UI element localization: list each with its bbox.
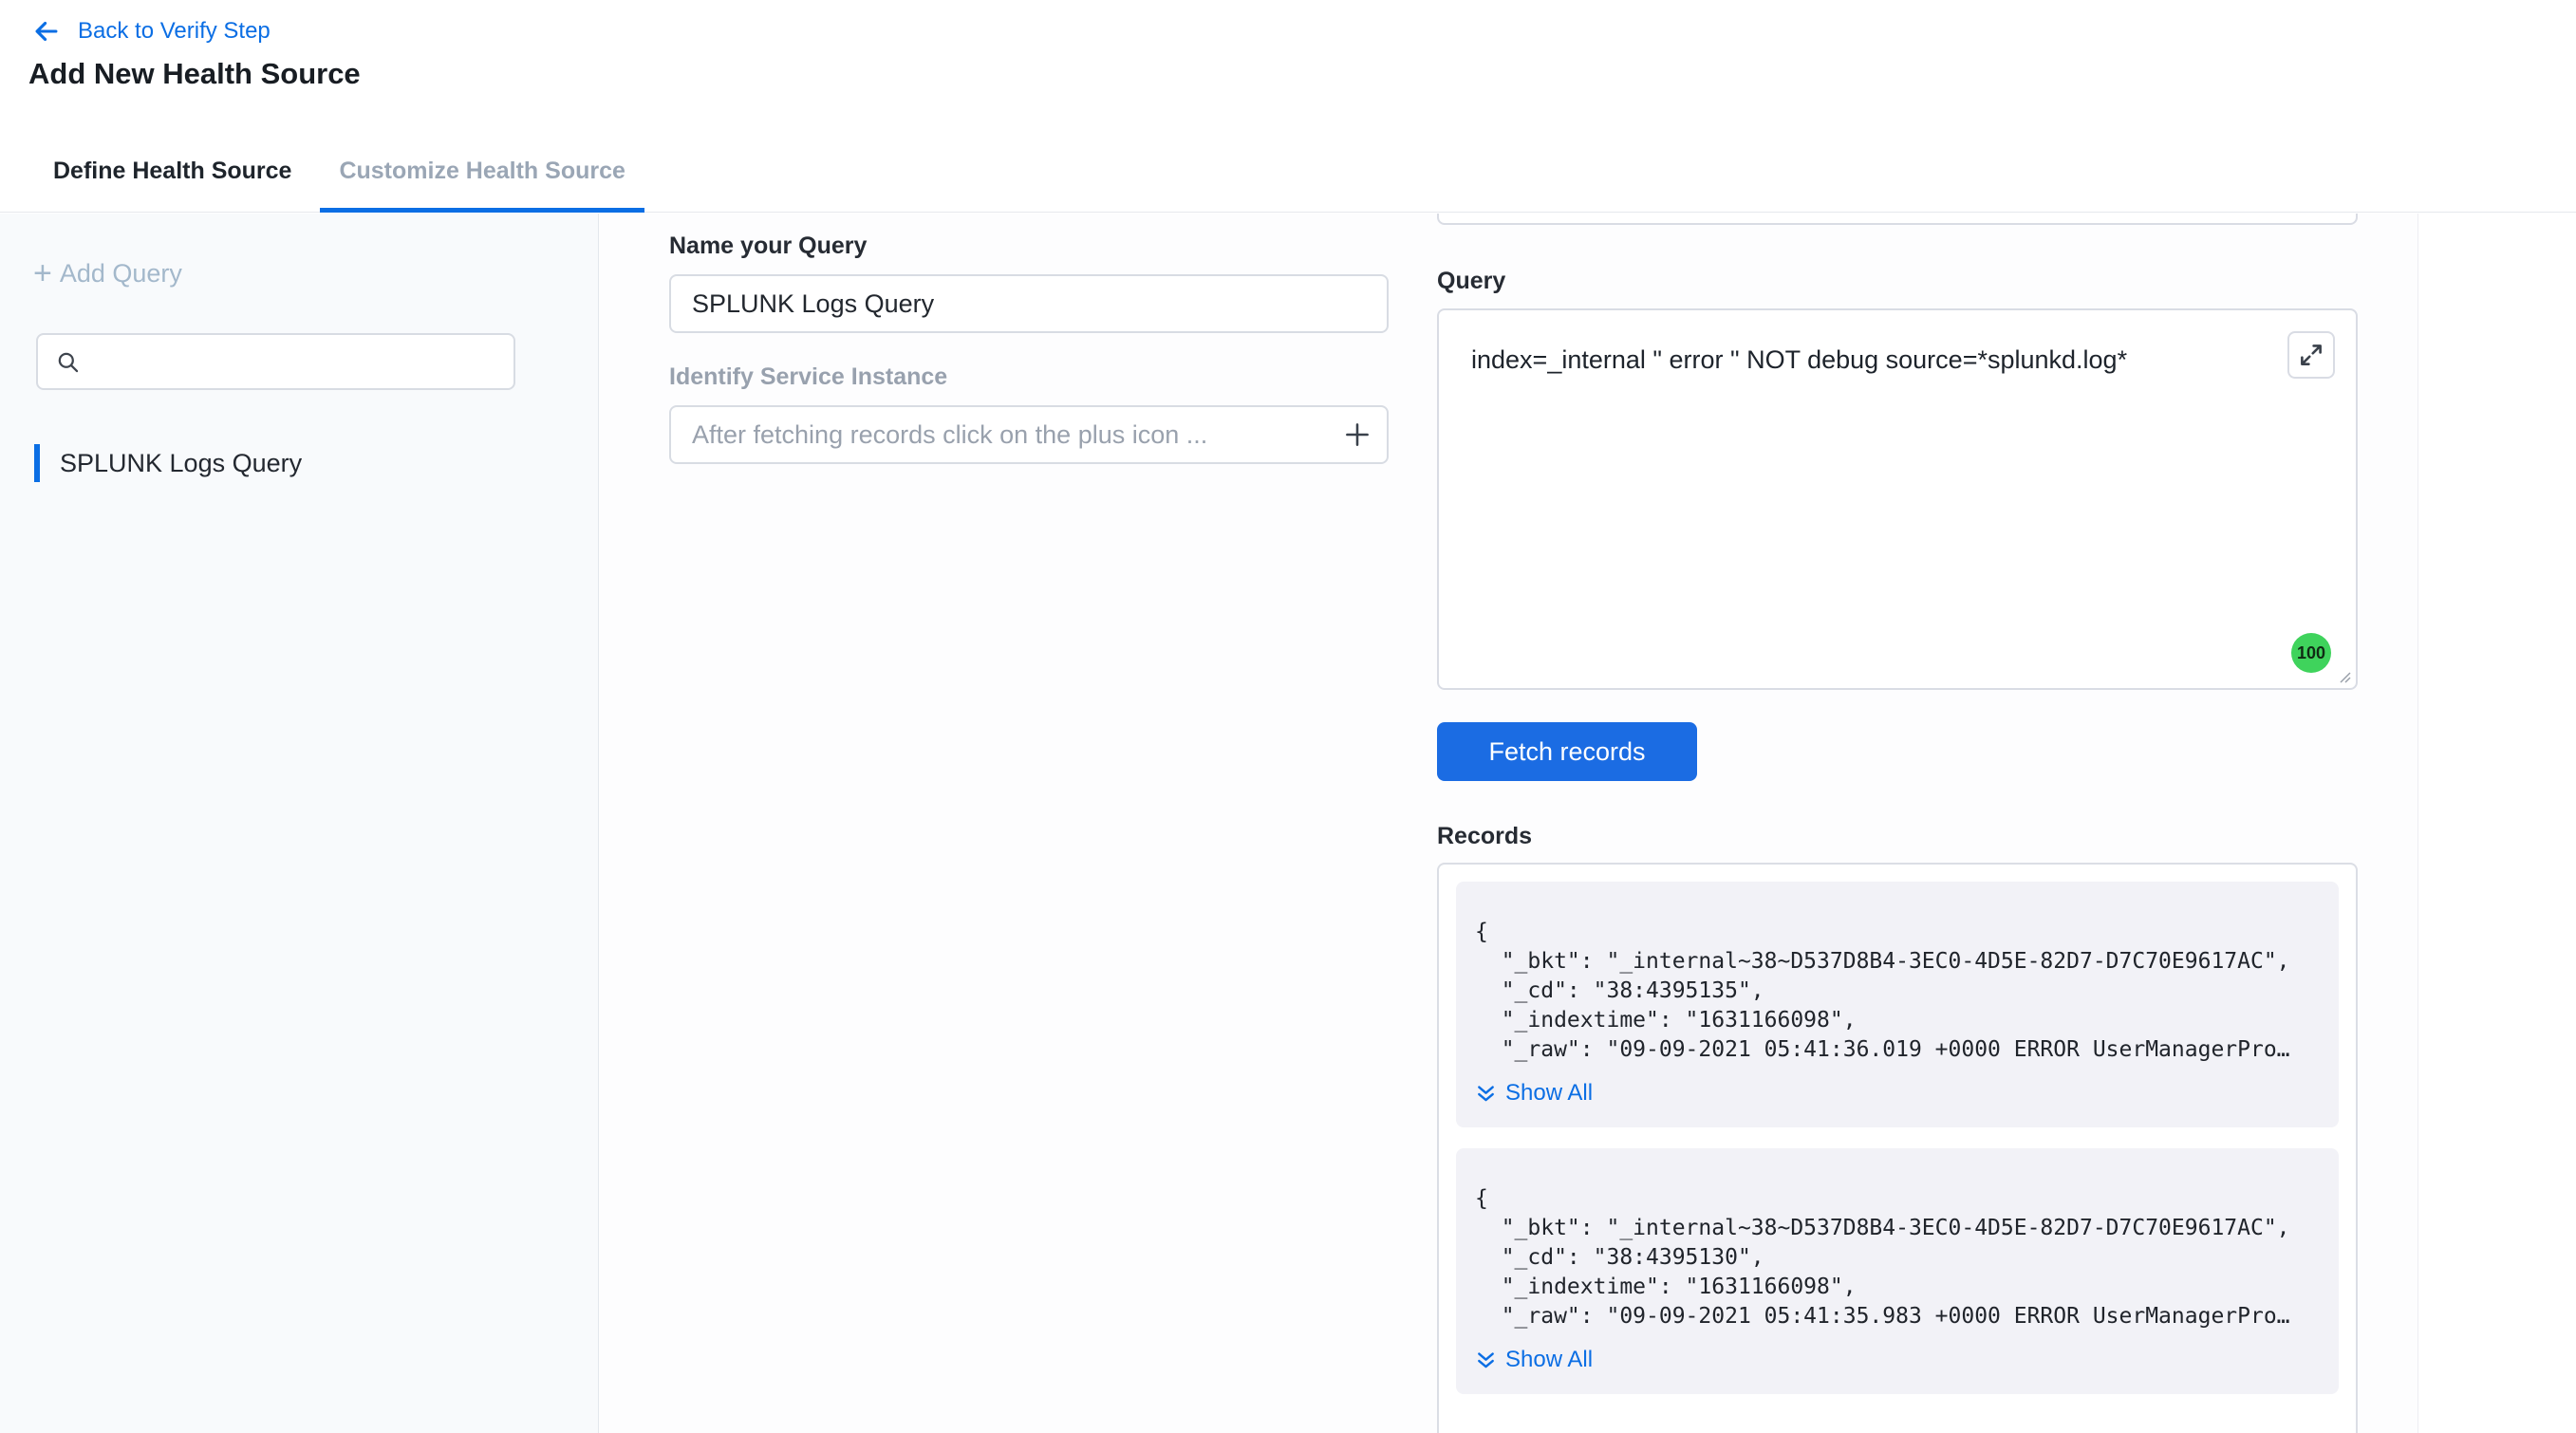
sidebar-item-splunk-logs-query[interactable]: SPLUNK Logs Query (0, 437, 598, 489)
add-service-instance-icon[interactable] (1341, 419, 1373, 451)
service-instance-field (669, 405, 1389, 464)
query-text[interactable]: index=_internal " error " NOT debug sour… (1439, 310, 2356, 377)
back-link[interactable]: Back to Verify Step (30, 15, 271, 47)
query-item-label: SPLUNK Logs Query (60, 449, 302, 478)
content-body: + Add Query SPLUNK Logs Query Name your … (0, 214, 2576, 1433)
add-query-button[interactable]: + Add Query (33, 257, 182, 289)
record-json-line: { (1475, 1184, 2310, 1214)
page-title: Add New Health Source (28, 57, 361, 91)
double-chevron-down-icon (1475, 1083, 1497, 1105)
query-label: Query (1437, 268, 1505, 295)
show-all-link[interactable]: Show All (1475, 1080, 2310, 1107)
show-all-label[interactable]: Show All (1505, 1347, 1593, 1373)
record-json-line: { (1475, 918, 2310, 947)
fetch-records-button[interactable]: Fetch records (1437, 722, 1697, 781)
search-icon (55, 349, 81, 375)
service-instance-input[interactable] (669, 405, 1389, 464)
record-json-line: "_bkt": "_internal~38~D537D8B4-3EC0-4D5E… (1475, 947, 2310, 977)
sidebar: + Add Query SPLUNK Logs Query (0, 214, 599, 1433)
record-card: { "_bkt": "_internal~38~D537D8B4-3EC0-4D… (1456, 1148, 2339, 1394)
tab-customize-health-source[interactable]: Customize Health Source (320, 131, 644, 212)
record-json-line: "_bkt": "_internal~38~D537D8B4-3EC0-4D5E… (1475, 1214, 2310, 1243)
double-chevron-down-icon (1475, 1349, 1497, 1371)
show-all-label[interactable]: Show All (1505, 1080, 1593, 1107)
app-root: Back to Verify Step Add New Health Sourc… (0, 0, 2576, 1433)
partial-input[interactable] (1437, 214, 2358, 225)
expand-query-button[interactable] (2287, 331, 2335, 379)
record-json: { "_bkt": "_internal~38~D537D8B4-3EC0-4D… (1475, 1184, 2310, 1331)
identify-service-instance-label: Identify Service Instance (669, 363, 947, 391)
query-name-input[interactable] (669, 274, 1389, 333)
char-count-badge: 100 (2291, 633, 2331, 673)
record-json-line: "_indextime": "1631166098", (1475, 1273, 2310, 1302)
record-json-line: "_raw": "09-09-2021 05:41:35.983 +0000 E… (1475, 1302, 2310, 1331)
plus-icon: + (33, 257, 52, 289)
expand-icon (2298, 342, 2324, 368)
tab-define-health-source[interactable]: Define Health Source (34, 131, 310, 212)
add-query-label: Add Query (60, 259, 182, 288)
record-json-line: "_indextime": "1631166098", (1475, 1006, 2310, 1035)
show-all-link[interactable]: Show All (1475, 1347, 2310, 1373)
back-link-label[interactable]: Back to Verify Step (78, 18, 271, 45)
name-your-query-label: Name your Query (669, 233, 867, 260)
query-search-box[interactable] (36, 333, 515, 390)
selected-indicator (34, 444, 40, 482)
tab-bar: Define Health Source Customize Health So… (0, 131, 2576, 213)
record-json: { "_bkt": "_internal~38~D537D8B4-3EC0-4D… (1475, 918, 2310, 1065)
record-json-line: "_cd": "38:4395135", (1475, 977, 2310, 1006)
back-arrow-icon (30, 15, 63, 47)
record-card: { "_bkt": "_internal~38~D537D8B4-3EC0-4D… (1456, 882, 2339, 1127)
records-label: Records (1437, 823, 1532, 850)
records-panel: { "_bkt": "_internal~38~D537D8B4-3EC0-4D… (1437, 863, 2358, 1433)
record-json-line: "_raw": "09-09-2021 05:41:36.019 +0000 E… (1475, 1035, 2310, 1065)
query-editor[interactable]: index=_internal " error " NOT debug sour… (1437, 308, 2358, 690)
record-json-line: "_cd": "38:4395130", (1475, 1243, 2310, 1273)
resize-grip[interactable] (2335, 667, 2352, 684)
search-input[interactable] (81, 335, 513, 388)
